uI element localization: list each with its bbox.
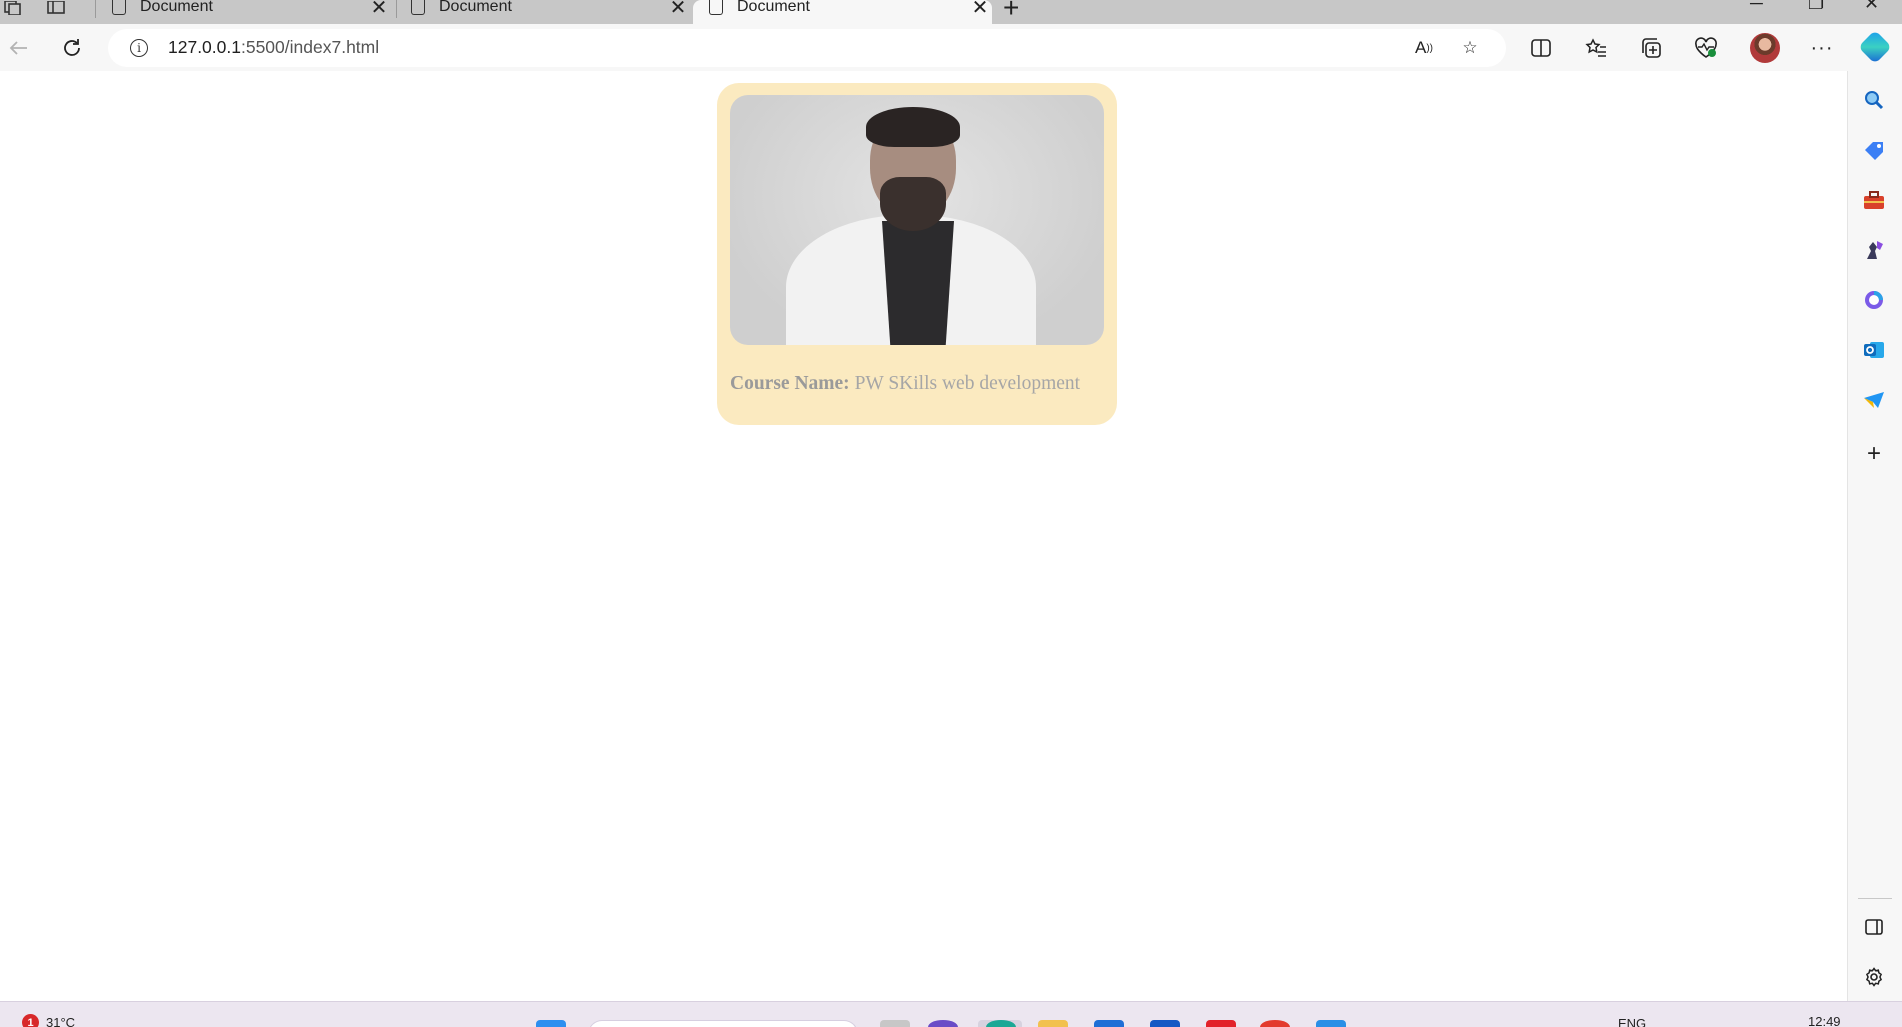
tab-document-1[interactable]: Document ✕: [96, 0, 391, 24]
info-icon[interactable]: i: [130, 39, 148, 57]
minimize-icon[interactable]: ─: [1750, 0, 1763, 14]
games-icon[interactable]: [1861, 237, 1887, 263]
browser-essentials-icon[interactable]: [1692, 34, 1720, 62]
search-icon[interactable]: [1861, 87, 1887, 113]
split-screen-icon[interactable]: [1527, 34, 1555, 62]
tab-title: Document: [737, 0, 810, 15]
language-indicator[interactable]: ENG: [1618, 1016, 1646, 1027]
settings-icon[interactable]: [1861, 964, 1887, 990]
close-icon[interactable]: ✕: [968, 0, 992, 19]
more-icon[interactable]: ···: [1808, 34, 1836, 62]
send-icon[interactable]: [1861, 387, 1887, 413]
vertical-tabs-icon[interactable]: [45, 0, 67, 16]
restore-icon[interactable]: ❐: [1808, 0, 1824, 14]
close-icon[interactable]: ✕: [367, 0, 391, 19]
close-icon[interactable]: ✕: [666, 0, 690, 19]
course-card: Course Name: PW SKills web development: [717, 83, 1117, 425]
youtube-icon[interactable]: [1206, 1020, 1236, 1027]
course-name-label: Course Name:: [730, 373, 850, 394]
edge-icon[interactable]: [986, 1020, 1016, 1027]
browser-toolbar: i 127.0.0.1:5500/index7.html A)) ☆ ···: [0, 24, 1902, 71]
file-explorer-icon[interactable]: [1038, 1020, 1068, 1027]
taskbar-search-box[interactable]: [588, 1020, 858, 1027]
document-icon: [411, 0, 425, 15]
document-icon: [112, 0, 126, 15]
document-icon: [709, 0, 723, 15]
shopping-icon[interactable]: [1861, 137, 1887, 163]
course-name-text: Course Name: PW SKills web development: [730, 373, 1080, 395]
refresh-icon[interactable]: [58, 34, 86, 62]
edge-sidebar: +: [1847, 71, 1902, 1001]
mail-icon[interactable]: [1150, 1020, 1180, 1027]
read-aloud-icon[interactable]: A)): [1412, 37, 1436, 59]
tab-document-3[interactable]: Document ✕: [693, 0, 992, 24]
copilot-icon[interactable]: [1858, 30, 1892, 64]
favorite-star-icon[interactable]: ☆: [1458, 37, 1482, 59]
notification-badge[interactable]: 1: [22, 1014, 39, 1027]
weather-temperature[interactable]: 31°C: [46, 1015, 75, 1027]
favorites-icon[interactable]: [1582, 34, 1610, 62]
profile-avatar[interactable]: [1750, 33, 1780, 63]
course-name-value: PW SKills web development: [854, 373, 1081, 394]
store-icon[interactable]: [1094, 1020, 1124, 1027]
new-tab-button[interactable]: +: [1003, 0, 1019, 24]
close-window-icon[interactable]: ✕: [1864, 0, 1879, 14]
collections-icon[interactable]: [1637, 34, 1665, 62]
url-host: 127.0.0.1: [168, 37, 241, 57]
page-viewport: Course Name: PW SKills web development: [0, 71, 1847, 1001]
photo-shirt: [882, 221, 954, 345]
start-icon[interactable]: [536, 1020, 566, 1027]
photo-hair: [866, 107, 960, 147]
tab-title: Document: [140, 0, 213, 15]
vscode-icon[interactable]: [1316, 1020, 1346, 1027]
task-view-icon[interactable]: [880, 1020, 910, 1027]
url-path: :5500/index7.html: [240, 37, 380, 57]
sidebar-toggle-icon[interactable]: [1861, 914, 1887, 940]
clock-time[interactable]: 12:49: [1808, 1014, 1841, 1027]
workspaces-icon[interactable]: [2, 0, 24, 16]
chrome-icon[interactable]: [1260, 1020, 1290, 1027]
photo-beard: [880, 177, 946, 231]
back-icon[interactable]: [4, 34, 32, 62]
sidebar-divider: [1858, 898, 1892, 899]
windows-taskbar: 1 31°C ENG 12:49: [0, 1001, 1902, 1027]
add-icon[interactable]: +: [1861, 440, 1887, 467]
tools-icon[interactable]: [1861, 187, 1887, 213]
instructor-photo: [730, 95, 1104, 345]
microsoft365-icon[interactable]: [1861, 287, 1887, 313]
tab-strip: Document ✕ Document ✕ Document ✕ + ─ ❐ ✕: [0, 0, 1902, 24]
address-bar[interactable]: i 127.0.0.1:5500/index7.html A)) ☆: [108, 29, 1506, 67]
tab-title: Document: [439, 0, 512, 15]
tab-document-2[interactable]: Document ✕: [395, 0, 690, 24]
outlook-icon[interactable]: [1861, 337, 1887, 363]
teams-icon[interactable]: [928, 1020, 958, 1027]
url-text[interactable]: 127.0.0.1:5500/index7.html: [168, 37, 379, 58]
